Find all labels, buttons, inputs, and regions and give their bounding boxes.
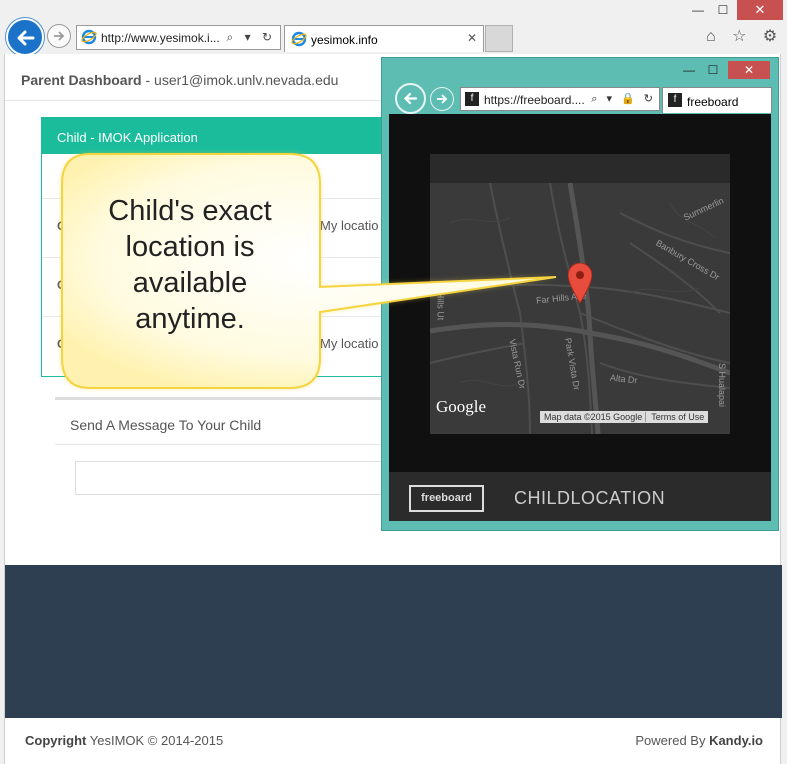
popup-address-text: https://freeboard.... (484, 93, 585, 107)
back-arrow-icon (17, 30, 35, 46)
ie-logo-icon (81, 29, 97, 45)
address-bar[interactable]: http://www.yesimok.i... ⌕ ▾ ↻ (76, 25, 281, 50)
google-logo: Google (436, 397, 487, 416)
back-arrow-icon (403, 92, 418, 105)
tab-close-icon[interactable]: ✕ (467, 31, 477, 45)
maximize-button[interactable]: ☐ (710, 0, 736, 20)
close-button[interactable]: ✕ (737, 0, 783, 20)
map-label: S Hualapai (717, 362, 728, 408)
freeboard-favicon-icon: f (668, 93, 682, 107)
address-text: http://www.yesimok.i... (101, 31, 220, 45)
dark-footer-band (5, 565, 782, 718)
freeboard-toolbar: freeboard CHILDLOCATION (389, 472, 771, 521)
popup-back-button[interactable] (395, 83, 426, 114)
page-title: Parent Dashboard - user1@imok.unlv.nevad… (21, 72, 339, 88)
message-section: Send A Message To Your Child (55, 397, 395, 445)
popup-address-tools-icons[interactable]: ⌕ ▾ 🔒 ↻ (591, 92, 656, 106)
message-label: Send A Message To Your Child (70, 417, 262, 433)
popup-forward-button[interactable] (430, 87, 454, 111)
forward-button[interactable] (47, 24, 71, 48)
freeboard-logo[interactable]: freeboard (409, 485, 484, 512)
map-pin-icon[interactable] (568, 263, 592, 303)
copyright: Copyright YesIMOK © 2014-2015 (25, 733, 224, 748)
minimize-button[interactable]: — (686, 0, 710, 20)
home-favorites-settings-icons[interactable]: ⌂ ☆ ⚙ (706, 26, 783, 46)
message-input[interactable] (75, 461, 395, 495)
address-tools-icons[interactable]: ⌕ ▾ ↻ (227, 30, 276, 45)
popup-maximize-button[interactable]: ☐ (702, 61, 724, 79)
popup-minimize-button[interactable]: — (678, 61, 700, 79)
popup-tab-title: freeboard (687, 95, 739, 109)
powered-by: Powered By Kandy.io (635, 733, 763, 748)
ie-logo-icon (291, 31, 307, 47)
new-tab-button[interactable] (485, 25, 513, 52)
dashboard-title: CHILDLOCATION (514, 488, 666, 508)
popup-tab-freeboard[interactable]: f freeboard (662, 87, 772, 113)
tab-title: yesimok.info (311, 33, 378, 47)
callout-text: Child's exact location is available anyt… (108, 195, 272, 335)
tab-yesimok[interactable]: yesimok.info ✕ (284, 25, 484, 52)
kandy-link[interactable]: Kandy.io (709, 733, 763, 748)
popup-close-button[interactable]: ✕ (728, 61, 770, 79)
back-button[interactable] (6, 18, 44, 56)
freeboard-favicon-icon: f (465, 92, 479, 106)
child-card-header: Child - IMOK Application (42, 118, 400, 154)
forward-arrow-icon (437, 94, 448, 104)
user-email: - user1@imok.unlv.nevada.edu (141, 72, 339, 88)
forward-arrow-icon (54, 31, 65, 41)
map-attribution: Map data ©2015 Google Terms of Use (540, 411, 709, 423)
popup-address-bar[interactable]: f https://freeboard.... ⌕ ▾ 🔒 ↻ (460, 87, 660, 111)
terms-of-use-link[interactable]: Terms of Use (645, 412, 705, 422)
browser-chrome: — ☐ ✕ http://www.yesimok.i... ⌕ ▾ ↻ yesi… (0, 0, 787, 56)
